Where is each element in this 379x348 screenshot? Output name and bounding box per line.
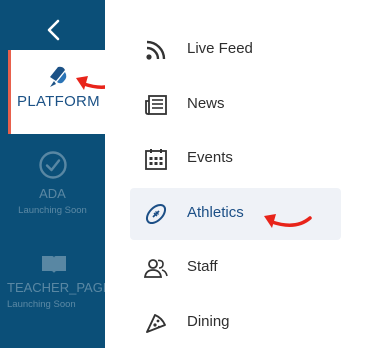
annotation-arrow-icon	[264, 214, 312, 228]
rail-item-title: TEACHER_PAGE	[7, 280, 105, 295]
calendar-icon	[145, 149, 167, 170]
open-book-icon	[42, 256, 66, 273]
left-rail: PLATFORM ADA Launching Soon TEACHER_PAGE…	[0, 0, 105, 348]
newspaper-icon	[145, 95, 167, 115]
rail-item-teacher-page[interactable]: TEACHER_PAGE Launching Soon	[0, 254, 105, 310]
menu-item-events[interactable]: Events	[130, 133, 341, 185]
platform-logo-icon	[50, 66, 67, 87]
menu-panel: Live Feed News Events Athletics Staff Di…	[105, 0, 379, 348]
rail-item-title: ADA	[39, 186, 66, 201]
menu-item-staff[interactable]: Staff	[130, 242, 341, 294]
people-icon	[144, 259, 168, 278]
rail-item-ada[interactable]: ADA Launching Soon	[0, 150, 105, 216]
menu-item-label: Staff	[187, 258, 218, 275]
rss-feed-icon	[146, 40, 166, 60]
menu-item-label: Events	[187, 149, 233, 166]
menu-item-dining[interactable]: Dining	[130, 297, 341, 348]
check-circle-icon	[38, 151, 67, 179]
menu-item-news[interactable]: News	[130, 79, 341, 131]
menu-item-label: Live Feed	[187, 40, 253, 57]
menu-item-label: Athletics	[187, 204, 244, 221]
menu-item-live-feed[interactable]: Live Feed	[130, 24, 341, 76]
football-icon	[145, 203, 167, 225]
rail-item-subtitle: Launching Soon	[18, 205, 87, 216]
menu-item-label: Dining	[187, 313, 230, 330]
chevron-left-icon[interactable]	[42, 17, 66, 43]
pizza-icon	[146, 314, 166, 333]
menu-item-label: News	[187, 95, 225, 112]
rail-item-subtitle: Launching Soon	[7, 299, 76, 310]
